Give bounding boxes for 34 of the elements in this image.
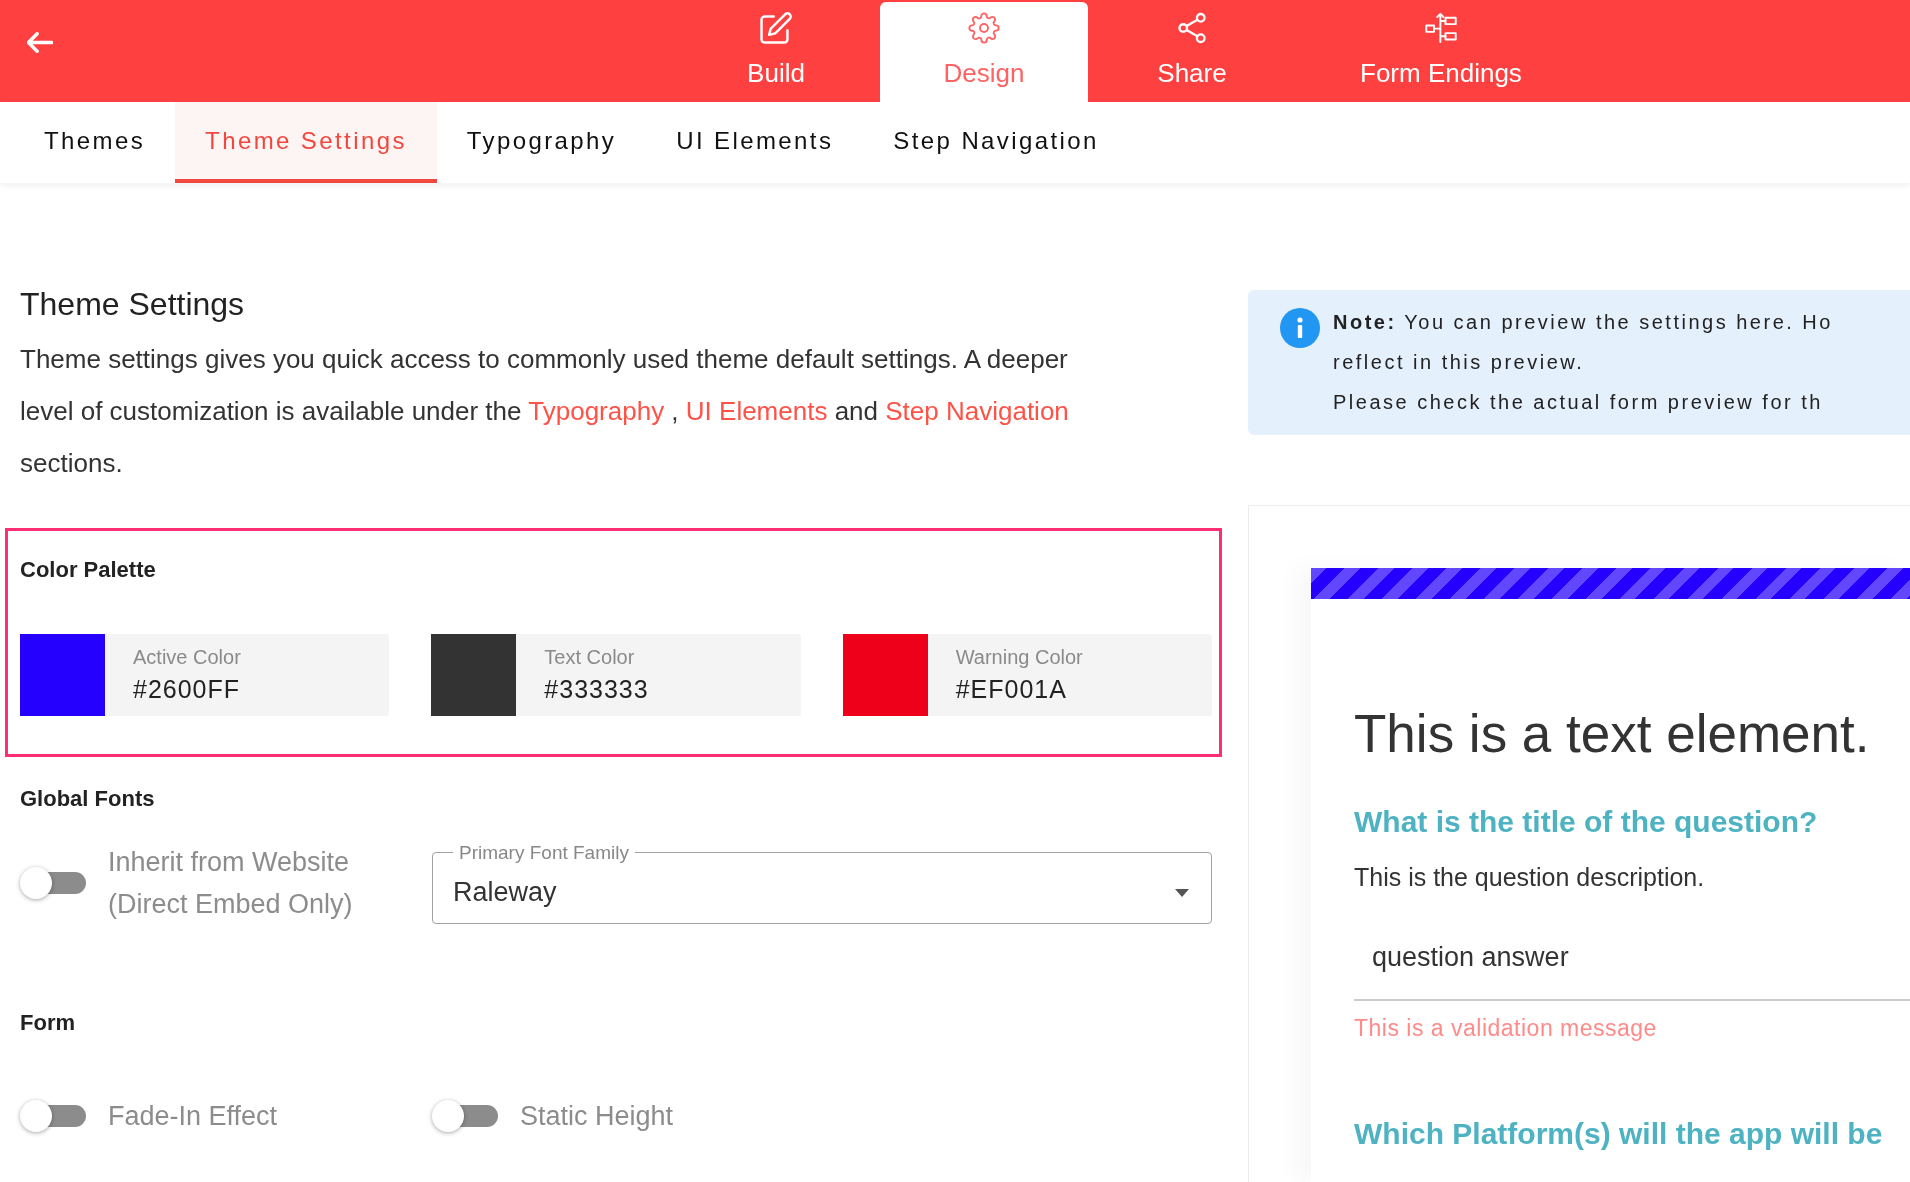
note-text: Note: You can preview the settings here. Ho [1333,310,1833,335]
pencil-square-icon [760,12,792,44]
question-title: Which Platform(s) will the app will be [1354,1116,1884,1152]
group-title: Form [20,1009,76,1037]
toggle-label: Fade-In Effect [108,1100,278,1133]
color-field[interactable]: Warning Color #EF001A [842,634,1212,716]
note-text: Please check the actual form preview for th [1333,390,1824,415]
back-arrow-icon [27,31,53,53]
group-title: Color Palette [20,556,157,584]
gear-icon [968,12,1000,44]
validation-message: This is a validation message [1354,1014,1658,1042]
color-field[interactable]: Text Color #333333 [431,634,801,716]
question-description: This is the question description. [1354,862,1706,893]
toggle-label: Inherit from Website (Direct Embed Only) [108,846,354,921]
note-text: reflect in this preview. [1333,350,1586,375]
settings-tab[interactable]: UI Elements [646,102,864,183]
intro-paragraph: Theme settings gives you quick access to commonly used theme default settings. A deeper level of customization is available under the Typography , UI Elements and Step Navigation sections. [20,343,1070,480]
info-icon [1280,308,1320,348]
group-title: Global Fonts [20,785,156,813]
caret-icon [1175,888,1189,897]
toggle-switch[interactable] [20,866,86,900]
color-field[interactable]: Active Color #2600FF [20,634,390,716]
toggle-label: Static Height [520,1100,674,1133]
question-title: What is the title of the question? [1354,804,1819,840]
settings-tab[interactable]: Typography [436,102,647,183]
settings-tab[interactable]: Step Navigation [863,102,1129,183]
section-heading: Theme Settings [20,285,246,324]
toggle-switch[interactable] [432,1099,498,1133]
toggle-switch[interactable] [20,1099,86,1133]
settings-tab[interactable]: Themes [14,102,176,183]
answer-field[interactable]: question answer [1354,915,1910,1001]
flowchart-icon [1424,12,1457,44]
share-icon [1176,12,1208,44]
text-element-heading: This is a text element. [1354,703,1871,765]
